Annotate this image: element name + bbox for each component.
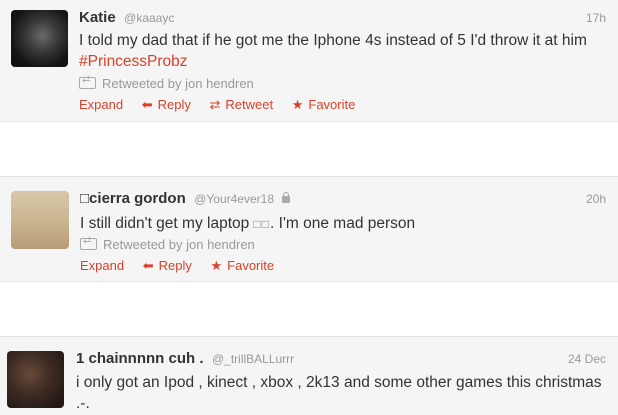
avatar[interactable] <box>11 10 68 67</box>
tweet-actions: Expand ⬅ Reply ⇄ Retweet ★ Favorite <box>79 97 370 113</box>
retweet-icon: ⇄ <box>209 97 221 112</box>
tweet-time[interactable]: 20h <box>586 192 606 206</box>
favorite-button[interactable]: ★ Favorite <box>292 97 356 112</box>
tweet-card[interactable]: Katie @kaaayc 17h I told my dad that if … <box>0 0 618 122</box>
reply-arrow-icon: ⬅ <box>142 258 154 273</box>
retweet-icon <box>80 235 97 250</box>
retweet-label: Retweet <box>225 97 274 112</box>
user-name[interactable]: 1 chainnnnn cuh . <box>76 350 204 367</box>
tweet-actions: Expand ⬅ Reply ★ Favorite <box>80 258 289 274</box>
avatar[interactable] <box>11 191 69 249</box>
retweeted-by: Retweeted by jon hendren <box>79 74 254 91</box>
tweet-text-tail: . I'm one mad person <box>270 215 416 232</box>
tweet-text: I still didn't get my laptop □□. I'm one… <box>80 213 604 235</box>
tweet-text: i only got an Ipod , kinect , xbox , 2k1… <box>76 374 602 412</box>
retweeted-by: Retweeted by jon hendren <box>80 235 255 252</box>
hashtag-link[interactable]: #PrincessProbz <box>79 53 188 70</box>
retweeted-by-label[interactable]: Retweeted by jon hendren <box>102 76 254 91</box>
tweet-text-body: I still didn't get my laptop <box>80 215 254 232</box>
favorite-button[interactable]: ★ Favorite <box>211 258 275 273</box>
reply-arrow-icon: ⬅ <box>141 97 153 112</box>
retweeted-by-label[interactable]: Retweeted by jon hendren <box>103 237 255 252</box>
user-name[interactable]: □cierra gordon <box>80 190 186 207</box>
reply-label: Reply <box>157 97 191 112</box>
reply-button[interactable]: ⬅ Reply <box>143 258 192 273</box>
unsupported-glyphs: □□ <box>253 217 271 231</box>
favorite-label: Favorite <box>227 258 275 273</box>
reply-button[interactable]: ⬅ Reply <box>142 97 191 112</box>
tweet-card[interactable]: 1 chainnnnn cuh . @_trillBALLurrr 24 Dec… <box>0 336 618 415</box>
expand-link[interactable]: Expand <box>80 258 124 273</box>
star-icon: ★ <box>210 258 223 273</box>
tweet-header: 1 chainnnnn cuh . @_trillBALLurrr 24 Dec <box>76 350 606 370</box>
tweet-header: □cierra gordon @Your4ever18 20h <box>80 190 606 210</box>
reply-label: Reply <box>158 258 192 273</box>
user-handle[interactable]: @Your4ever18 <box>194 192 274 206</box>
tweet-text-body: I told my dad that if he got me the Ipho… <box>79 32 587 49</box>
tweet-time[interactable]: 24 Dec <box>568 352 606 366</box>
tweet-header: Katie @kaaayc 17h <box>79 9 606 29</box>
favorite-label: Favorite <box>308 97 356 112</box>
user-handle[interactable]: @_trillBALLurrr <box>212 352 294 366</box>
avatar[interactable] <box>7 351 64 408</box>
user-handle[interactable]: @kaaayc <box>124 11 174 25</box>
user-name[interactable]: Katie <box>79 9 116 26</box>
tweet-text: I told my dad that if he got me the Ipho… <box>79 30 604 72</box>
star-icon: ★ <box>291 97 304 112</box>
tweet-time[interactable]: 17h <box>586 11 606 25</box>
tweet-card[interactable]: □cierra gordon @Your4ever18 20h I still … <box>0 176 618 282</box>
lock-icon <box>282 192 291 203</box>
expand-link[interactable]: Expand <box>79 97 123 112</box>
retweet-icon <box>79 74 96 89</box>
retweet-button[interactable]: ⇄ Retweet <box>210 97 274 112</box>
